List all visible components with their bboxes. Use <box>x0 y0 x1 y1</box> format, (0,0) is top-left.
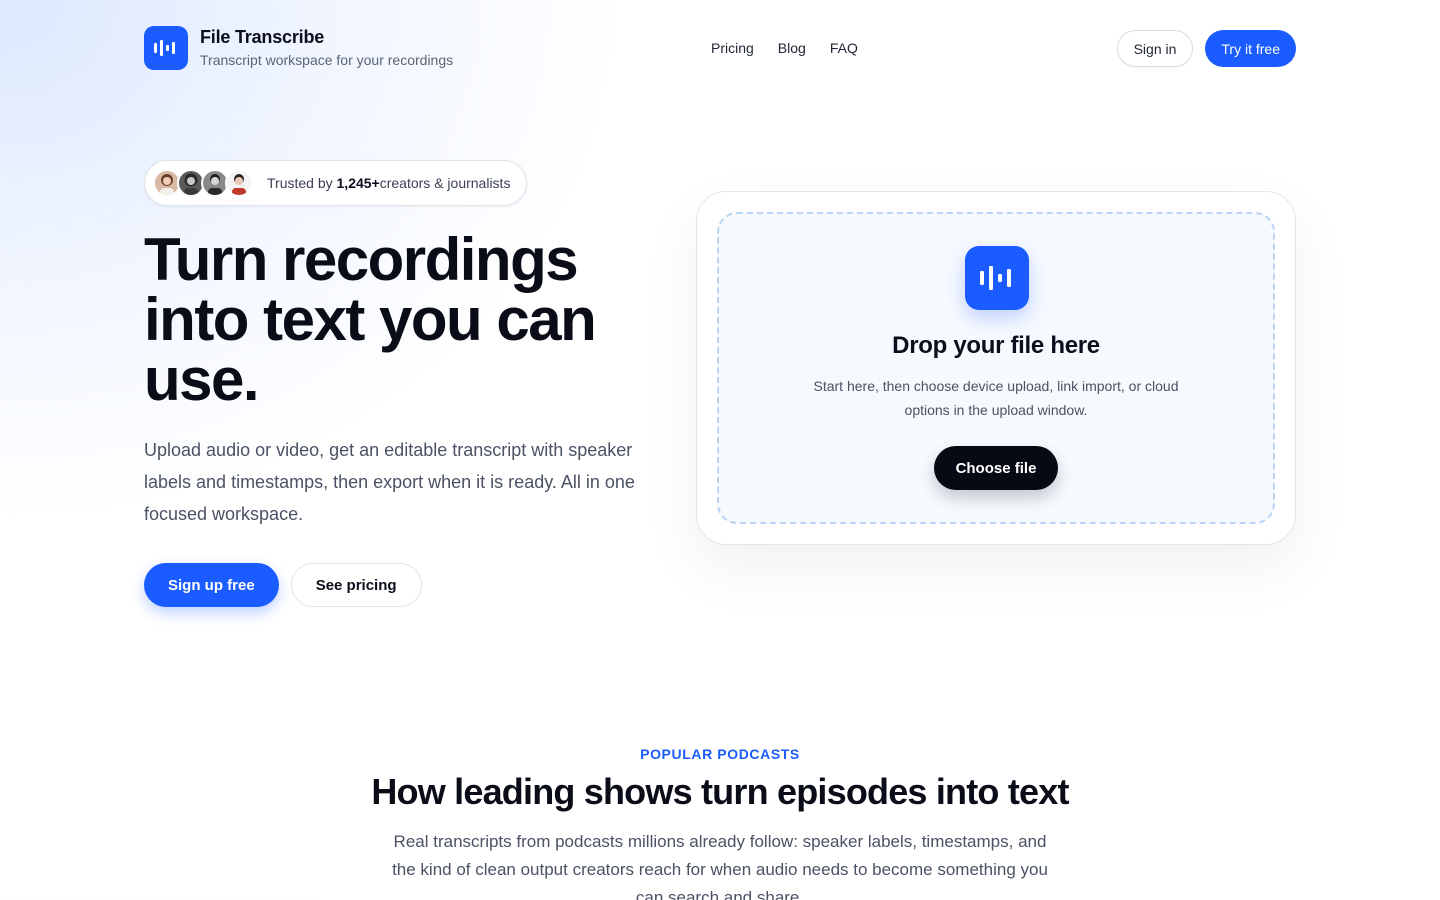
upload-card: Drop your file here Start here, then cho… <box>696 191 1296 545</box>
brand-tagline: Transcript workspace for your recordings <box>200 52 454 68</box>
trust-prefix: Trusted by <box>267 175 337 191</box>
hero-subtitle: Upload audio or video, get an editable t… <box>144 440 635 524</box>
section-description: Real transcripts from podcasts millions … <box>392 832 1048 900</box>
brand-name: File Transcribe <box>200 27 325 47</box>
trust-text: Trusted by 1,245+creators & journalists <box>267 173 510 193</box>
nav-link-blog[interactable]: Blog <box>778 38 806 58</box>
section-title: How leading shows turn episodes into tex… <box>371 771 1069 812</box>
nav-link-pricing[interactable]: Pricing <box>711 38 754 58</box>
waveform-icon <box>965 246 1029 310</box>
site-header: File Transcribe Transcript workspace for… <box>144 26 1296 70</box>
see-pricing-button[interactable]: See pricing <box>290 563 422 607</box>
header-actions: Sign in Try it free <box>1116 30 1296 67</box>
avatar-group <box>153 169 253 197</box>
nav-link-faq[interactable]: FAQ <box>830 38 858 58</box>
hero-title: Turn recordings into text you can use. <box>144 226 597 413</box>
trust-suffix: creators & journalists <box>379 175 511 191</box>
section-eyebrow: POPULAR PODCASTS <box>640 746 800 762</box>
sign-in-button[interactable]: Sign in <box>1116 30 1194 67</box>
waveform-icon <box>144 26 188 70</box>
trust-badge: Trusted by 1,245+creators & journalists <box>144 160 528 206</box>
hero-cta-group: Sign up free See pricing <box>144 563 422 607</box>
brand[interactable]: File Transcribe Transcript workspace for… <box>144 26 453 70</box>
dropzone-description: Start here, then choose device upload, l… <box>813 378 1179 418</box>
main-nav: Pricing Blog FAQ <box>711 38 858 58</box>
brand-text: File Transcribe Transcript workspace for… <box>200 26 453 70</box>
dropzone-title: Drop your file here <box>892 332 1100 359</box>
trust-count: 1,245+ <box>336 175 380 191</box>
try-free-button[interactable]: Try it free <box>1205 30 1296 67</box>
choose-file-button[interactable]: Choose file <box>934 446 1058 490</box>
sign-up-free-button[interactable]: Sign up free <box>144 563 279 607</box>
file-dropzone[interactable]: Drop your file here Start here, then cho… <box>717 212 1275 524</box>
avatar <box>225 169 253 197</box>
